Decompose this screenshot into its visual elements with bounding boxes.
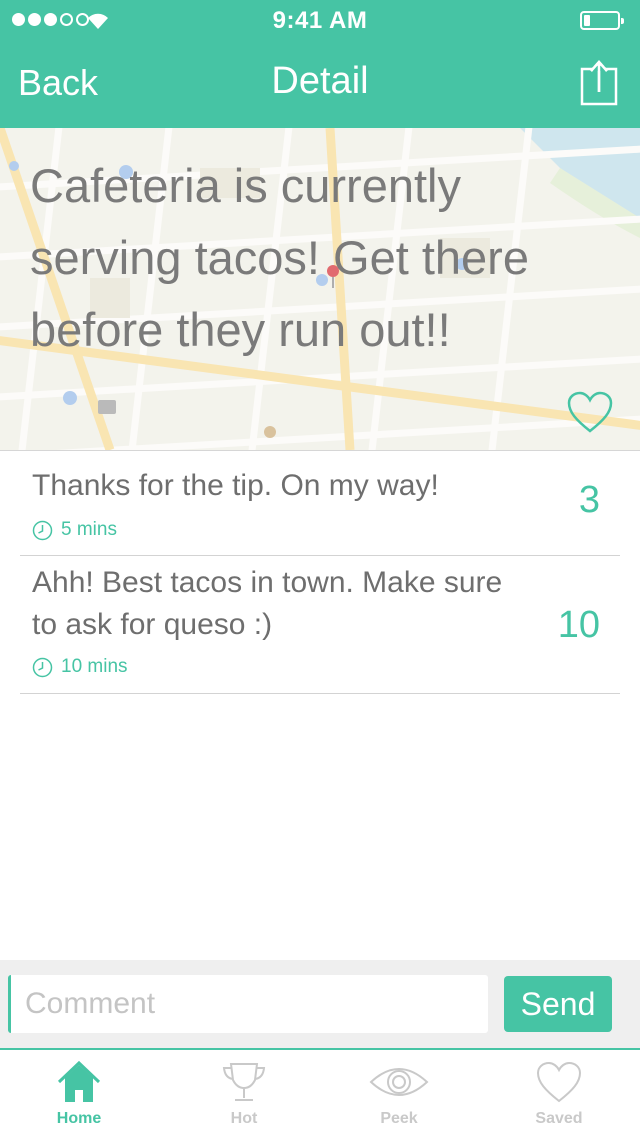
reply-text: Ahh! Best tacos in town. Make sure to as… (32, 566, 503, 641)
header: 9:41 AM Back Detail (0, 0, 640, 128)
reply-score: 3 (578, 479, 600, 521)
tab-label: Home (56, 1110, 102, 1127)
tab-peek[interactable]: Peek (339, 1050, 459, 1136)
tab-label: Hot (230, 1110, 258, 1127)
tab-saved[interactable]: Saved (499, 1050, 619, 1136)
reply-score: 10 (557, 604, 600, 646)
status-bar: 9:41 AM (0, 0, 640, 40)
heart-icon[interactable] (566, 390, 614, 434)
reply-time: 10 mins (61, 656, 128, 677)
reply-item[interactable]: Ahh! Best tacos in town. Make sure to as… (20, 556, 620, 694)
status-time: 9:41 AM (272, 7, 368, 34)
comment-bar: Send (0, 960, 640, 1048)
heart-icon (536, 1061, 582, 1103)
clock-icon (32, 657, 53, 677)
back-button[interactable]: Back (18, 62, 98, 104)
reply-text: Thanks for the tip. On my way! (32, 469, 439, 502)
reply-item[interactable]: Thanks for the tip. On my way! 5 mins 3 (20, 451, 620, 556)
share-icon[interactable] (580, 60, 618, 106)
home-icon (57, 1060, 101, 1102)
comment-input[interactable] (8, 975, 488, 1033)
clock-icon (32, 520, 53, 540)
tab-hot[interactable]: Hot (184, 1050, 304, 1136)
tab-bar: Home Hot Peek Saved (0, 1048, 640, 1136)
tab-label: Peek (380, 1110, 418, 1127)
reply-timestamp: 10 mins (32, 656, 128, 678)
tab-label: Saved (535, 1110, 583, 1127)
post-hero: Cafeteria is currently serving tacos! Ge… (0, 128, 640, 450)
tab-home[interactable]: Home (19, 1050, 139, 1136)
reply-time: 5 mins (61, 519, 117, 540)
trophy-icon (222, 1063, 266, 1101)
post-text: Cafeteria is currently serving tacos! Ge… (30, 159, 529, 356)
reply-timestamp: 5 mins (32, 519, 117, 541)
eye-icon (369, 1068, 429, 1096)
detail-screen: 9:41 AM Back Detail Cafeteria is current… (0, 0, 640, 1136)
navigation-bar: Back Detail (0, 40, 640, 128)
battery-icon (580, 11, 624, 30)
send-button[interactable]: Send (504, 976, 612, 1032)
